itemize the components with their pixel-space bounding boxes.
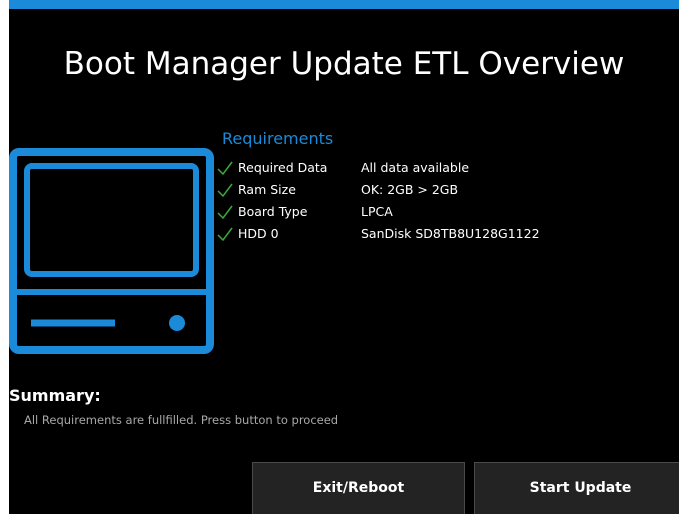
requirement-label: Board Type	[238, 204, 308, 219]
start-update-button[interactable]: Start Update	[474, 462, 679, 514]
exit-reboot-button[interactable]: Exit/Reboot	[252, 462, 465, 514]
requirements-heading: Requirements	[222, 129, 334, 148]
check-icon	[217, 183, 233, 197]
requirement-label: Required Data	[238, 160, 328, 175]
requirements-list: Required Data All data available Ram Siz…	[214, 158, 654, 246]
check-icon	[217, 205, 233, 219]
check-icon	[217, 161, 233, 175]
summary-heading: Summary:	[9, 386, 101, 405]
check-icon	[217, 227, 233, 241]
summary-text: All Requirements are fullfilled. Press b…	[24, 413, 339, 427]
requirement-row: Required Data All data available	[214, 158, 654, 180]
requirement-value: SanDisk SD8TB8U128G1122	[361, 226, 540, 241]
requirement-label: HDD 0	[238, 226, 279, 241]
requirement-row: Ram Size OK: 2GB > 2GB	[214, 180, 654, 202]
requirement-row: HDD 0 SanDisk SD8TB8U128G1122	[214, 224, 654, 246]
page-title: Boot Manager Update ETL Overview	[63, 46, 625, 82]
requirement-value: All data available	[361, 160, 470, 175]
accent-bar	[9, 0, 679, 9]
requirement-label: Ram Size	[238, 182, 296, 197]
requirement-value: LPCA	[361, 204, 393, 219]
device-icon	[9, 148, 214, 354]
app-window: Boot Manager Update ETL Overview Require…	[9, 0, 679, 514]
requirement-value: OK: 2GB > 2GB	[361, 182, 459, 197]
requirement-row: Board Type LPCA	[214, 202, 654, 224]
